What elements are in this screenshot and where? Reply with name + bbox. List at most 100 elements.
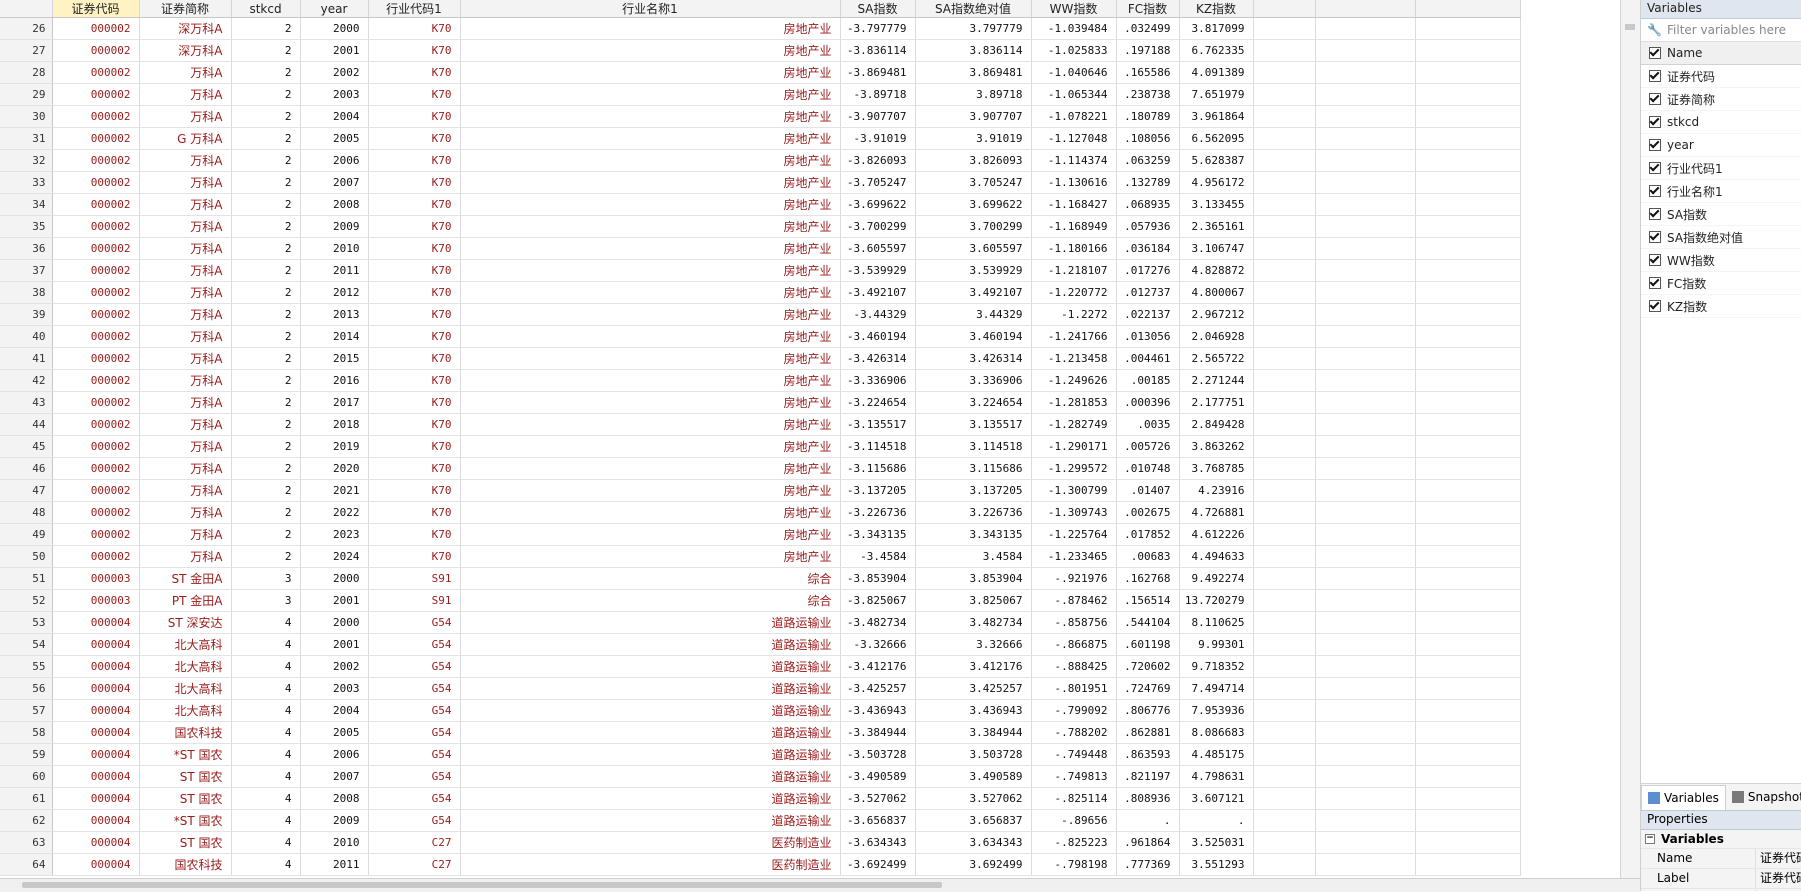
empty-cell[interactable] bbox=[1315, 61, 1416, 84]
cell-zqdm[interactable]: 000003 bbox=[52, 567, 140, 590]
cell-year[interactable]: 2008 bbox=[300, 193, 369, 216]
cell-year[interactable]: 2011 bbox=[300, 853, 369, 876]
cell-sa[interactable]: -3.836114 bbox=[840, 39, 916, 62]
cell-stkcd[interactable]: 4 bbox=[231, 611, 301, 634]
empty-cell[interactable] bbox=[1415, 655, 1521, 678]
cell-hydm1[interactable]: K70 bbox=[368, 369, 461, 392]
cell-sa[interactable]: -3.137205 bbox=[840, 479, 916, 502]
cell-zqdm[interactable]: 000003 bbox=[52, 589, 140, 612]
variable-checkbox[interactable] bbox=[1649, 231, 1661, 243]
cell-kz[interactable]: 9.718352 bbox=[1179, 655, 1254, 678]
cell-zqdm[interactable]: 000002 bbox=[52, 193, 140, 216]
property-row[interactable]: Name 证券代码 bbox=[1641, 848, 1801, 868]
cell-hymc1[interactable]: 房地产业 bbox=[460, 391, 841, 414]
table-row[interactable]: 55 000004 北大高科 4 2002 G54 道路运输业 -3.412176 3.4121… bbox=[0, 655, 1521, 678]
cell-zqdm[interactable]: 000002 bbox=[52, 83, 140, 106]
empty-cell[interactable] bbox=[1315, 435, 1416, 458]
cell-sa-abs[interactable]: 3.634343 bbox=[915, 831, 1032, 854]
cell-zqdm[interactable]: 000004 bbox=[52, 721, 140, 744]
empty-cell[interactable] bbox=[1415, 17, 1521, 40]
empty-cell[interactable] bbox=[1253, 369, 1316, 392]
cell-stkcd[interactable]: 2 bbox=[231, 501, 301, 524]
row-number[interactable]: 54 bbox=[0, 633, 53, 656]
row-number[interactable]: 45 bbox=[0, 435, 53, 458]
cell-fc[interactable]: .022137 bbox=[1116, 303, 1180, 326]
empty-cell[interactable] bbox=[1415, 127, 1521, 150]
cell-sa-abs[interactable]: 3.907707 bbox=[915, 105, 1032, 128]
cell-sa[interactable]: -3.490589 bbox=[840, 765, 916, 788]
empty-cell[interactable] bbox=[1253, 809, 1316, 832]
cell-sa-abs[interactable]: 3.692499 bbox=[915, 853, 1032, 876]
cell-hymc1[interactable]: 房地产业 bbox=[460, 105, 841, 128]
variable-list-item[interactable]: 行业代码1 bbox=[1641, 157, 1801, 180]
variable-checkbox[interactable] bbox=[1649, 162, 1661, 174]
cell-stkcd[interactable]: 2 bbox=[231, 193, 301, 216]
empty-cell[interactable] bbox=[1253, 391, 1316, 414]
cell-sa[interactable]: -3.412176 bbox=[840, 655, 916, 678]
cell-kz[interactable]: 4.828872 bbox=[1179, 259, 1254, 282]
cell-ww[interactable]: -.801951 bbox=[1031, 677, 1117, 700]
col-header-hymc1[interactable]: 行业名称1 bbox=[460, 0, 841, 18]
cell-hydm1[interactable]: K70 bbox=[368, 215, 461, 238]
cell-sa-abs[interactable]: 3.226736 bbox=[915, 501, 1032, 524]
cell-ww[interactable]: -1.241766 bbox=[1031, 325, 1117, 348]
empty-cell[interactable] bbox=[1415, 193, 1521, 216]
cell-zqdm[interactable]: 000002 bbox=[52, 39, 140, 62]
empty-cell[interactable] bbox=[1415, 809, 1521, 832]
cell-year[interactable]: 2015 bbox=[300, 347, 369, 370]
variable-checkbox[interactable] bbox=[1649, 208, 1661, 220]
cell-year[interactable]: 2012 bbox=[300, 281, 369, 304]
row-number[interactable]: 27 bbox=[0, 39, 53, 62]
cell-fc[interactable]: .002675 bbox=[1116, 501, 1180, 524]
cell-sa[interactable]: -3.853904 bbox=[840, 567, 916, 590]
cell-stkcd[interactable]: 2 bbox=[231, 83, 301, 106]
cell-stkcd[interactable]: 2 bbox=[231, 479, 301, 502]
cell-stkcd[interactable]: 3 bbox=[231, 567, 301, 590]
col-header-ww[interactable]: WW指数 bbox=[1031, 0, 1117, 18]
cell-zqdm[interactable]: 000002 bbox=[52, 281, 140, 304]
cell-year[interactable]: 2001 bbox=[300, 589, 369, 612]
cell-fc[interactable]: .132789 bbox=[1116, 171, 1180, 194]
cell-sa-abs[interactable]: 3.700299 bbox=[915, 215, 1032, 238]
data-grid[interactable]: 证券代码 证券简称 stkcd year 行业代码1 行业名称1 SA指数 SA… bbox=[0, 0, 1620, 878]
cell-fc[interactable]: .063259 bbox=[1116, 149, 1180, 172]
empty-cell[interactable] bbox=[1253, 787, 1316, 810]
cell-fc[interactable]: .777369 bbox=[1116, 853, 1180, 876]
cell-sa-abs[interactable]: 3.539929 bbox=[915, 259, 1032, 282]
cell-kz[interactable]: 3.525031 bbox=[1179, 831, 1254, 854]
cell-year[interactable]: 2004 bbox=[300, 105, 369, 128]
table-row[interactable]: 34 000002 万科A 2 2008 K70 房地产业 -3.699622 3.699622… bbox=[0, 193, 1521, 216]
empty-cell[interactable] bbox=[1315, 83, 1416, 106]
cell-sa[interactable]: -3.634343 bbox=[840, 831, 916, 854]
empty-cell[interactable] bbox=[1415, 545, 1521, 568]
cell-stkcd[interactable]: 4 bbox=[231, 655, 301, 678]
horizontal-scroll-thumb[interactable] bbox=[22, 882, 942, 888]
empty-cell[interactable] bbox=[1315, 479, 1416, 502]
cell-hymc1[interactable]: 医药制造业 bbox=[460, 831, 841, 854]
cell-fc[interactable]: . bbox=[1116, 809, 1180, 832]
cell-zqdm[interactable]: 000002 bbox=[52, 171, 140, 194]
cell-stkcd[interactable]: 2 bbox=[231, 303, 301, 326]
cell-hymc1[interactable]: 道路运输业 bbox=[460, 633, 841, 656]
empty-cell[interactable] bbox=[1315, 567, 1416, 590]
cell-stkcd[interactable]: 2 bbox=[231, 545, 301, 568]
cell-sa-abs[interactable]: 3.853904 bbox=[915, 567, 1032, 590]
empty-cell[interactable] bbox=[1315, 281, 1416, 304]
cell-ww[interactable]: -.788202 bbox=[1031, 721, 1117, 744]
cell-kz[interactable]: . bbox=[1179, 809, 1254, 832]
cell-ww[interactable]: -1.114374 bbox=[1031, 149, 1117, 172]
cell-year[interactable]: 2001 bbox=[300, 39, 369, 62]
row-number[interactable]: 35 bbox=[0, 215, 53, 238]
cell-stkcd[interactable]: 2 bbox=[231, 413, 301, 436]
cell-kz[interactable]: 4.800067 bbox=[1179, 281, 1254, 304]
cell-zqdm[interactable]: 000002 bbox=[52, 149, 140, 172]
cell-year[interactable]: 2002 bbox=[300, 655, 369, 678]
cell-stkcd[interactable]: 4 bbox=[231, 831, 301, 854]
cell-sa[interactable]: -3.343135 bbox=[840, 523, 916, 546]
row-number[interactable]: 64 bbox=[0, 853, 53, 876]
cell-fc[interactable]: .012737 bbox=[1116, 281, 1180, 304]
cell-year[interactable]: 2003 bbox=[300, 83, 369, 106]
row-number[interactable]: 46 bbox=[0, 457, 53, 480]
empty-cell[interactable] bbox=[1315, 391, 1416, 414]
empty-cell[interactable] bbox=[1315, 853, 1416, 876]
